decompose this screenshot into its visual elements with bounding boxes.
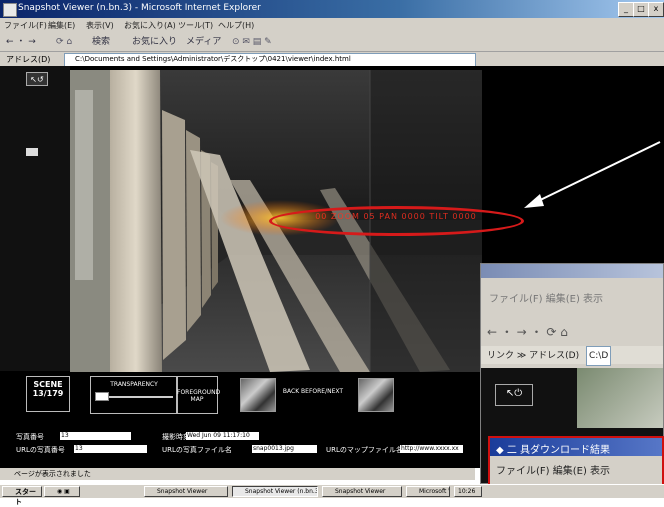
map-file-label: URLのマップファイル名 [326, 446, 403, 454]
prev-thumbnail[interactable] [240, 378, 276, 412]
task-item-2[interactable]: Snapshot Viewer (n.bn.3) [232, 486, 318, 497]
start-button[interactable]: スタート [2, 486, 42, 506]
cursor-tool-icon[interactable]: ↖↺ [26, 72, 48, 86]
secondary-photo [577, 368, 663, 428]
transparency-control[interactable]: TRANSPARENCY [90, 376, 178, 414]
transparency-label: TRANSPARENCY [110, 381, 158, 388]
window-title-bar[interactable]: Snapshot Viewer (n.bn.3) - Microsoft Int… [0, 0, 664, 18]
secondary-window-title-bar[interactable] [481, 264, 663, 278]
taskbar: スタート ◉ ▣ Snapshot Viewer Snapshot Viewer… [0, 484, 664, 506]
tray-clock: 10:26 [454, 486, 482, 497]
map-label: FOREGROUND MAP [177, 389, 221, 403]
photo-info-panel: 写真番号 13 撮影時刻 Wed Jun 09 11:17:10 URLの写真番… [0, 424, 475, 468]
secondary-window-nav-icons[interactable]: ← ・ → ・ ⟳ ⌂ [481, 322, 663, 342]
annotation-ellipse [269, 206, 524, 236]
media-button[interactable]: メディア [186, 35, 221, 49]
file-field[interactable]: 13 [74, 445, 147, 453]
secondary-address-label: リンク ≫ アドレス(D) [487, 351, 580, 361]
secondary-cursor-tool-icon[interactable]: ↖⏻ [495, 384, 533, 406]
menu-tools[interactable]: ツール(T) [178, 20, 213, 31]
task-item-4[interactable]: Microsoft Word [406, 486, 450, 497]
menu-bar: ファイル(F) 編集(E) 表示(V) お気に入り(A) ツール(T) ヘルプ(… [0, 18, 664, 32]
back-next-label: BACK BEFORE/NEXT [282, 388, 344, 395]
scene-counter: SCENE 13/179 [26, 376, 70, 412]
window-title: Snapshot Viewer (n.bn.3) - Microsoft Int… [18, 3, 261, 13]
address-bar: アドレス(D) C:\Documents and Settings\Admini… [0, 52, 664, 67]
transparency-slider[interactable] [95, 392, 173, 401]
menu-view[interactable]: 表示(V) [86, 20, 114, 31]
quick-launch[interactable]: ◉ ▣ [44, 486, 80, 497]
scene-label: SCENE [33, 380, 63, 389]
toolbar: ← ・ → ⟳ ⌂ 検索 お気に入り メディア ⊙ ✉ ▤ ✎ [0, 32, 664, 52]
photo-number-field[interactable]: 13 [60, 432, 131, 440]
search-button[interactable]: 検索 [92, 35, 110, 49]
back-button[interactable]: ← ・ → [6, 35, 36, 49]
history-icon[interactable]: ⊙ ✉ ▤ ✎ [232, 35, 272, 49]
photo-number-label: 写真番号 [16, 433, 44, 441]
download-window-title: ◆ 二 具ダウンロード結果 [496, 445, 611, 456]
address-input[interactable]: C:\Documents and Settings\Administrator\… [64, 53, 476, 67]
scene-value: 13/179 [32, 389, 64, 398]
menu-file[interactable]: ファイル(F) [4, 20, 47, 31]
annotation-arrow [524, 141, 661, 208]
download-window-menu[interactable]: ファイル(F) 編集(E) 表示 [496, 462, 610, 477]
viewer-controls [0, 373, 475, 423]
address-label: アドレス(D) [6, 55, 51, 64]
refresh-icon[interactable]: ⟳ ⌂ [56, 35, 72, 49]
viewer-side-panel: ↖↺ [0, 66, 70, 371]
back-next-control[interactable]: BACK BEFORE/NEXT [276, 376, 350, 412]
status-bar: ページが表示されました [0, 468, 475, 480]
map-file-field[interactable]: http://www.xxxx.xx [400, 445, 463, 453]
url-field[interactable]: snap0013.jpg [252, 445, 317, 453]
foreground-map-button[interactable]: FOREGROUND MAP [176, 376, 221, 414]
menu-help[interactable]: ヘルプ(H) [218, 20, 254, 31]
maximize-button[interactable]: □ [633, 2, 649, 17]
menu-edit[interactable]: 編集(E) [48, 20, 75, 31]
time-field[interactable]: Wed Jun 09 11:17:10 [186, 432, 259, 440]
favorites-button[interactable]: お気に入り [132, 35, 177, 49]
task-item-1[interactable]: Snapshot Viewer [144, 486, 228, 497]
download-window-title-bar[interactable]: ◆ 二 具ダウンロード結果 [490, 438, 662, 456]
transparency-slider-thumb[interactable] [95, 392, 109, 401]
task-item-3[interactable]: Snapshot Viewer [322, 486, 402, 497]
file-label: URLの写真番号 [16, 446, 65, 454]
menu-favorites[interactable]: お気に入り(A) [124, 20, 176, 31]
panel-toggle-icon[interactable] [26, 148, 38, 156]
secondary-address-input[interactable]: C:\D [585, 346, 612, 366]
close-button[interactable]: x [648, 2, 664, 17]
minimize-button[interactable]: _ [618, 2, 634, 17]
secondary-window-address: リンク ≫ アドレス(D) C:\D [481, 346, 663, 366]
next-thumbnail[interactable] [358, 378, 394, 412]
ie-icon [3, 3, 17, 17]
secondary-window-menu[interactable]: ファイル(F) 編集(E) 表示 [481, 292, 663, 308]
url-label: URLの写真ファイル名 [162, 446, 232, 454]
